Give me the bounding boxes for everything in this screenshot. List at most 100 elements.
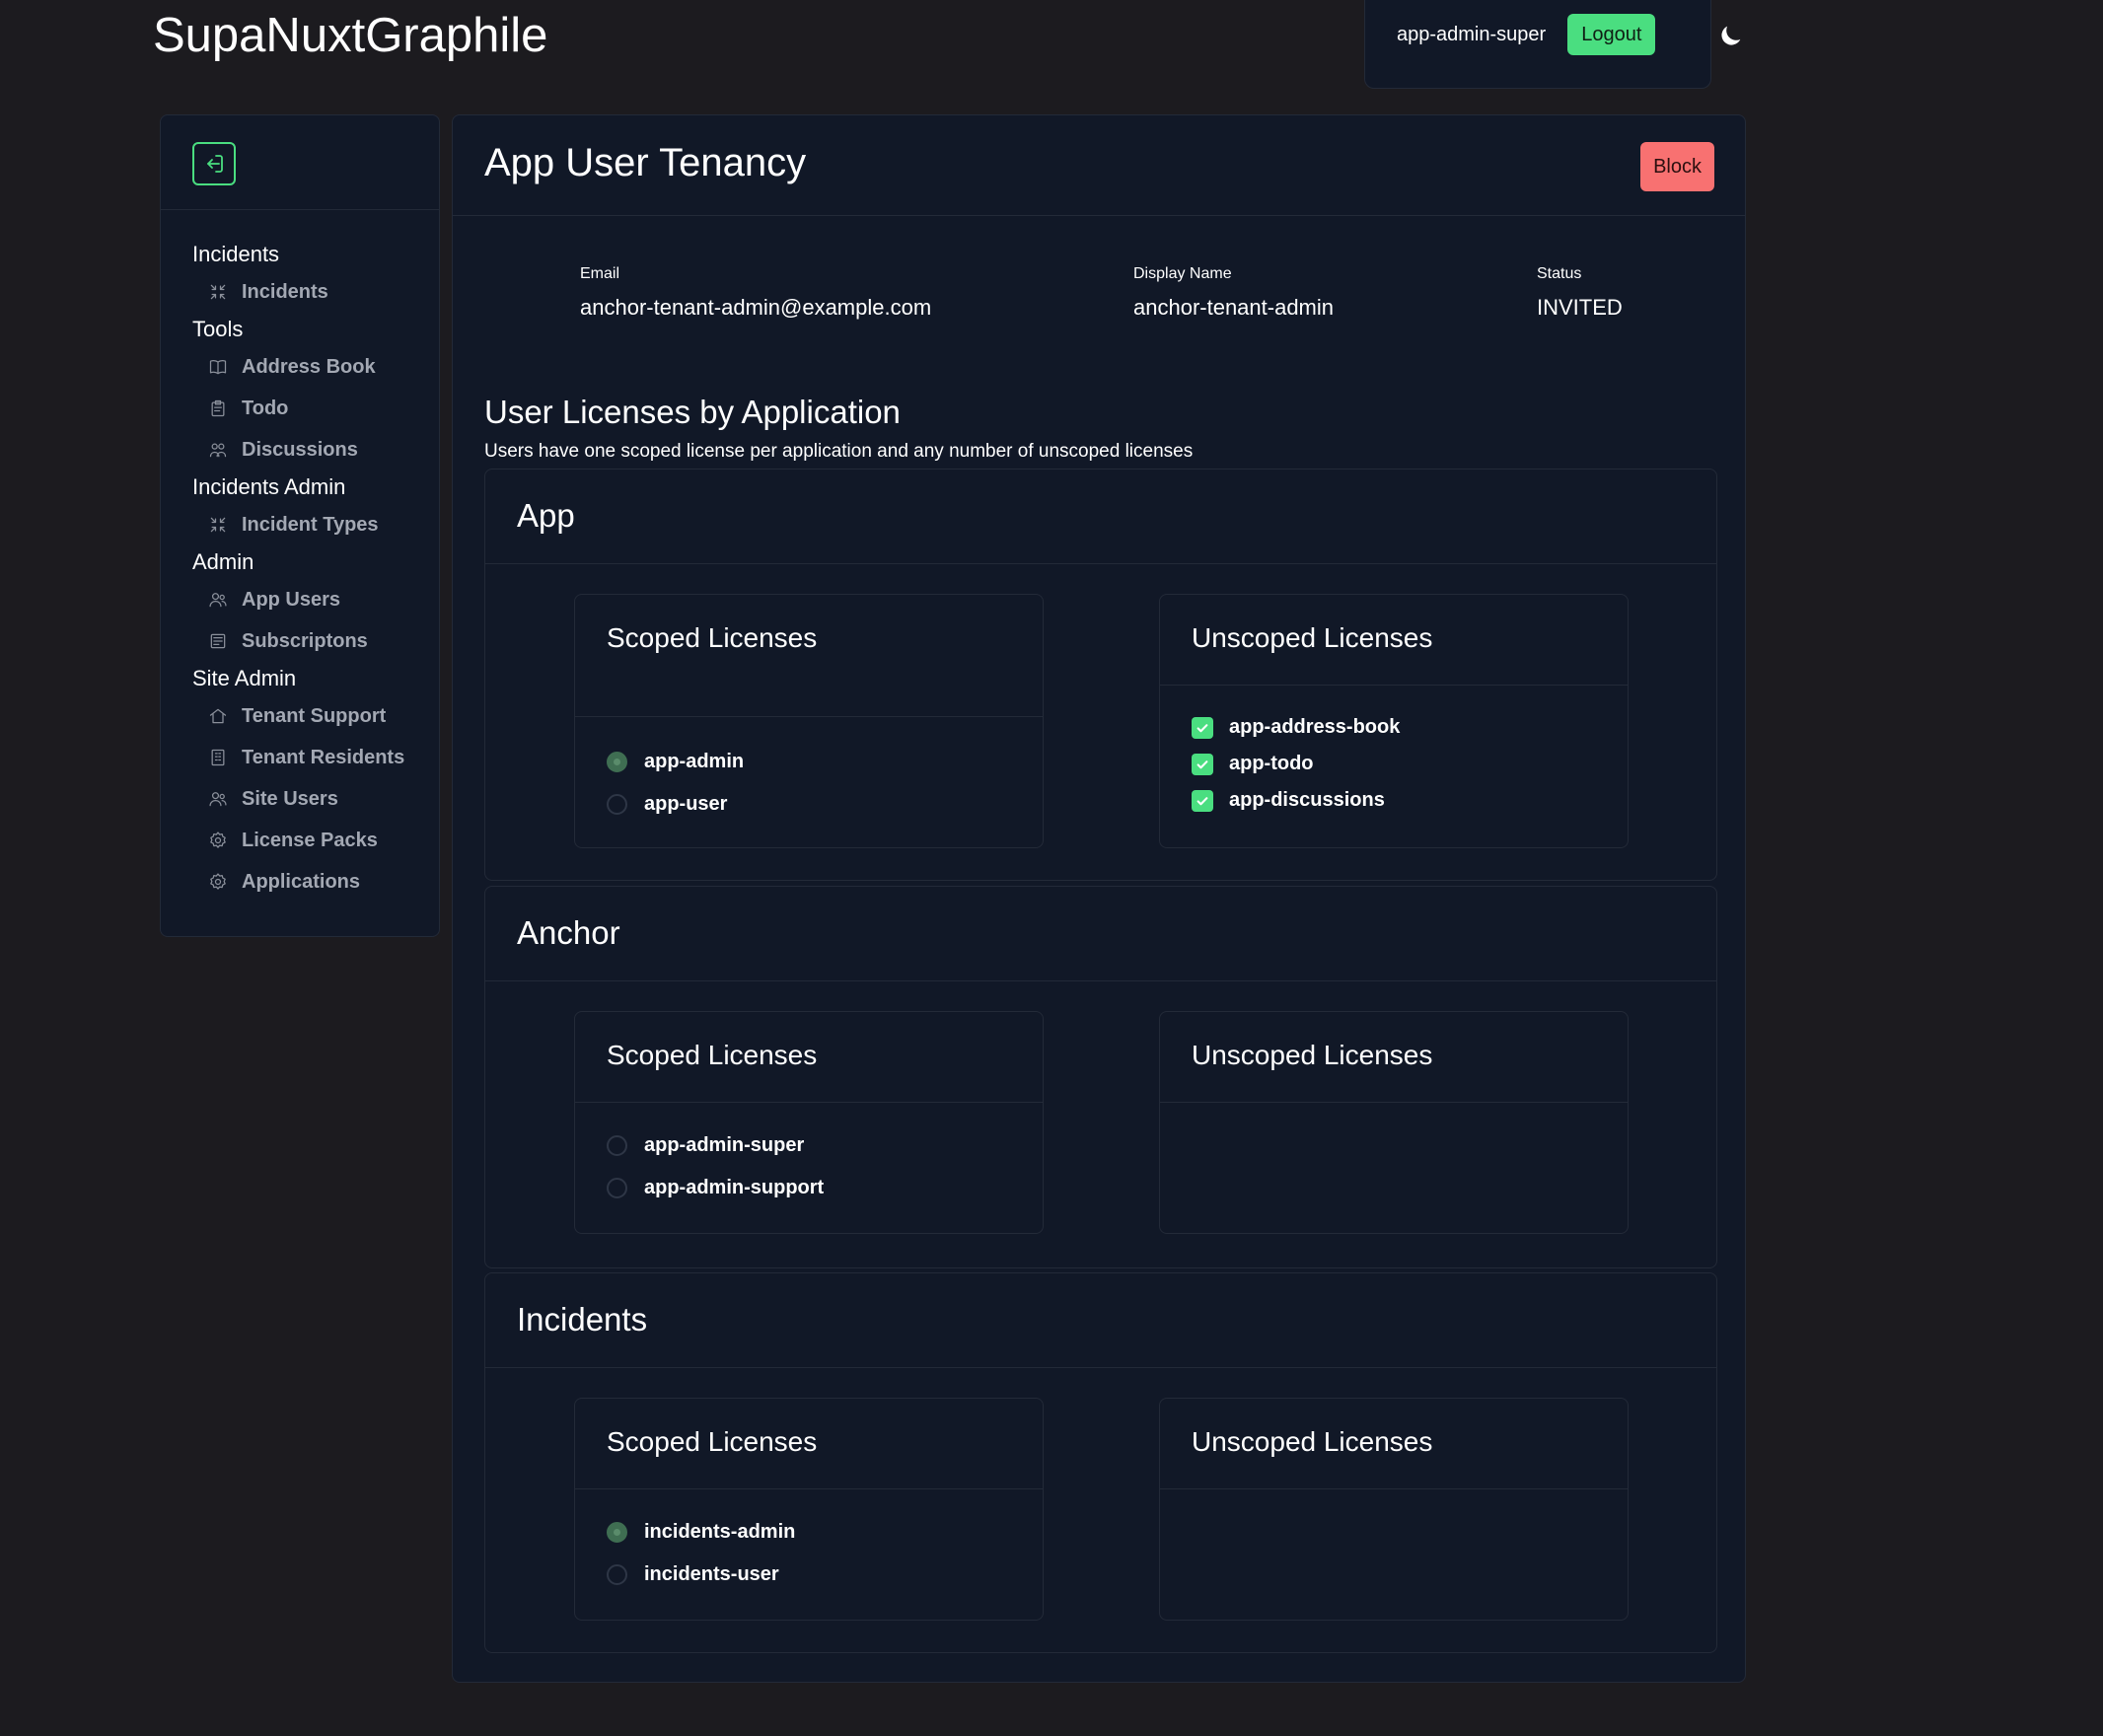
application-name: Anchor (517, 914, 620, 951)
display-name-info: Display Name anchor-tenant-admin (1133, 265, 1334, 321)
email-info: Email anchor-tenant-admin@example.com (580, 265, 931, 321)
sidebar-item-incidents[interactable]: Incidents (161, 271, 439, 313)
status-label: Status (1537, 265, 1582, 282)
sidebar-item-label: Address Book (242, 355, 376, 378)
unscoped-license-label: app-todo (1229, 753, 1314, 774)
scoped-license-label: app-admin (644, 751, 745, 772)
sidebar-item-label: License Packs (242, 829, 378, 851)
sidebar-item-license-packs[interactable]: License Packs (161, 820, 439, 861)
scoped-license-label: incidents-admin (644, 1521, 796, 1543)
unscoped-license-option[interactable]: app-discussions (1160, 782, 1628, 819)
radio-unselected-icon[interactable] (607, 794, 627, 815)
username: app-admin-super (1397, 24, 1547, 45)
main-header: App User Tenancy Block (453, 115, 1745, 216)
unscoped-licenses-card: Unscoped Licenses app-address-book app-t… (1159, 594, 1629, 848)
unscoped-license-option[interactable]: app-todo (1160, 746, 1628, 782)
sidebar-item-app-users[interactable]: App Users (161, 579, 439, 620)
sidebar-item-tenant-support[interactable]: Tenant Support (161, 695, 439, 737)
anchor-license-card: Anchor Scoped Licenses app-admin-super a… (484, 886, 1717, 1268)
page-title: App User Tenancy (484, 141, 807, 184)
email-value: anchor-tenant-admin@example.com (580, 295, 932, 320)
nav-group-tools: Tools (192, 317, 244, 341)
scoped-license-label: app-admin-super (644, 1134, 805, 1156)
checkbox-checked-icon[interactable] (1192, 716, 1213, 739)
compress-icon (208, 282, 228, 302)
sidebar-item-todo[interactable]: Todo (161, 388, 439, 429)
radio-unselected-icon[interactable] (607, 1564, 627, 1585)
scoped-licenses-title: Scoped Licenses (607, 1426, 818, 1457)
sidebar-item-tenant-residents[interactable]: Tenant Residents (161, 737, 439, 778)
sidebar-item-applications[interactable]: Applications (161, 861, 439, 903)
status-info: Status INVITED (1537, 265, 1623, 321)
sidebar: Incidents Incidents Tools Address Book Todo D… (160, 114, 440, 937)
scoped-license-label: incidents-user (644, 1563, 779, 1585)
scoped-license-option[interactable]: incidents-user (575, 1554, 1043, 1596)
unscoped-licenses-title: Unscoped Licenses (1192, 622, 1433, 653)
users-icon (208, 590, 228, 610)
unscoped-license-label: app-address-book (1229, 716, 1401, 738)
scoped-licenses-card: Scoped Licenses app-admin-super app-admi… (574, 1011, 1044, 1234)
unscoped-licenses-header: Unscoped Licenses (1160, 1012, 1628, 1103)
home-icon (208, 706, 228, 726)
sidebar-item-label: App Users (242, 588, 341, 611)
display-name-value: anchor-tenant-admin (1133, 295, 1335, 320)
sidebar-item-label: Tenant Residents (242, 746, 405, 768)
scoped-license-option[interactable]: app-admin-support (575, 1167, 1043, 1209)
sidebar-nav: Incidents Incidents Tools Address Book Todo D… (161, 210, 439, 903)
section-title: User Licenses by Application (484, 394, 901, 430)
unscoped-licenses-title: Unscoped Licenses (1192, 1426, 1433, 1457)
sidebar-item-label: Tenant Support (242, 704, 387, 727)
nav-group-site-admin: Site Admin (192, 666, 297, 690)
book-icon (208, 357, 228, 377)
scoped-license-label: app-user (644, 793, 728, 815)
sidebar-item-site-users[interactable]: Site Users (161, 778, 439, 820)
status-value: INVITED (1537, 295, 1623, 320)
app-card-header: App (485, 470, 1716, 564)
nav-group-admin: Admin (192, 549, 254, 574)
scoped-license-option[interactable]: incidents-admin (575, 1511, 1043, 1554)
gear-icon (208, 872, 228, 892)
sidebar-item-discussions[interactable]: Discussions (161, 429, 439, 470)
scoped-licenses-header: Scoped Licenses (575, 595, 1043, 717)
scoped-license-option[interactable]: app-user (575, 783, 1043, 826)
collapse-sidebar-icon[interactable] (192, 142, 236, 185)
unscoped-licenses-card: Unscoped Licenses (1159, 1398, 1629, 1621)
unscoped-licenses-header: Unscoped Licenses (1160, 1399, 1628, 1489)
scoped-licenses-title: Scoped Licenses (607, 622, 818, 653)
radio-unselected-icon[interactable] (607, 1135, 627, 1156)
compress-icon (208, 515, 228, 535)
radio-unselected-icon[interactable] (607, 1178, 627, 1198)
logout-button[interactable]: Logout (1567, 14, 1656, 55)
block-button[interactable]: Block (1640, 142, 1714, 191)
newspaper-icon (208, 631, 228, 651)
radio-selected-icon[interactable] (607, 1522, 627, 1543)
moon-icon[interactable] (1717, 22, 1745, 49)
unscoped-licenses-title: Unscoped Licenses (1192, 1040, 1433, 1070)
scoped-licenses-title: Scoped Licenses (607, 1040, 818, 1070)
scoped-license-option[interactable]: app-admin (575, 741, 1043, 783)
radio-selected-icon[interactable] (607, 752, 627, 772)
scoped-license-option[interactable]: app-admin-super (575, 1124, 1043, 1167)
sidebar-header (161, 115, 439, 210)
chat-icon (208, 440, 228, 460)
incidents-license-card: Incidents Scoped Licenses incidents-admi… (484, 1272, 1717, 1653)
sidebar-item-subscriptons[interactable]: Subscriptons (161, 620, 439, 662)
app-title: SupaNuxtGraphile (153, 9, 548, 62)
incidents-card-header: Incidents (485, 1273, 1716, 1368)
section-subtitle: Users have one scoped license per applic… (484, 441, 1194, 462)
sidebar-item-address-book[interactable]: Address Book (161, 346, 439, 388)
sidebar-item-label: Incident Types (242, 513, 379, 536)
sidebar-item-label: Subscriptons (242, 629, 368, 652)
scoped-licenses-header: Scoped Licenses (575, 1399, 1043, 1489)
clipboard-icon (208, 398, 228, 418)
checkbox-checked-icon[interactable] (1192, 753, 1213, 775)
sidebar-item-label: Discussions (242, 438, 358, 461)
application-name: App (517, 497, 575, 534)
app-license-card: App Scoped Licenses app-admin app-user U… (484, 469, 1717, 881)
nav-group-incidents-admin: Incidents Admin (192, 474, 346, 499)
checkbox-checked-icon[interactable] (1192, 789, 1213, 812)
sidebar-item-incident-types[interactable]: Incident Types (161, 504, 439, 545)
unscoped-license-option[interactable]: app-address-book (1160, 709, 1628, 746)
scoped-licenses-card: Scoped Licenses incidents-admin incident… (574, 1398, 1044, 1621)
scoped-licenses-card: Scoped Licenses app-admin app-user (574, 594, 1044, 848)
